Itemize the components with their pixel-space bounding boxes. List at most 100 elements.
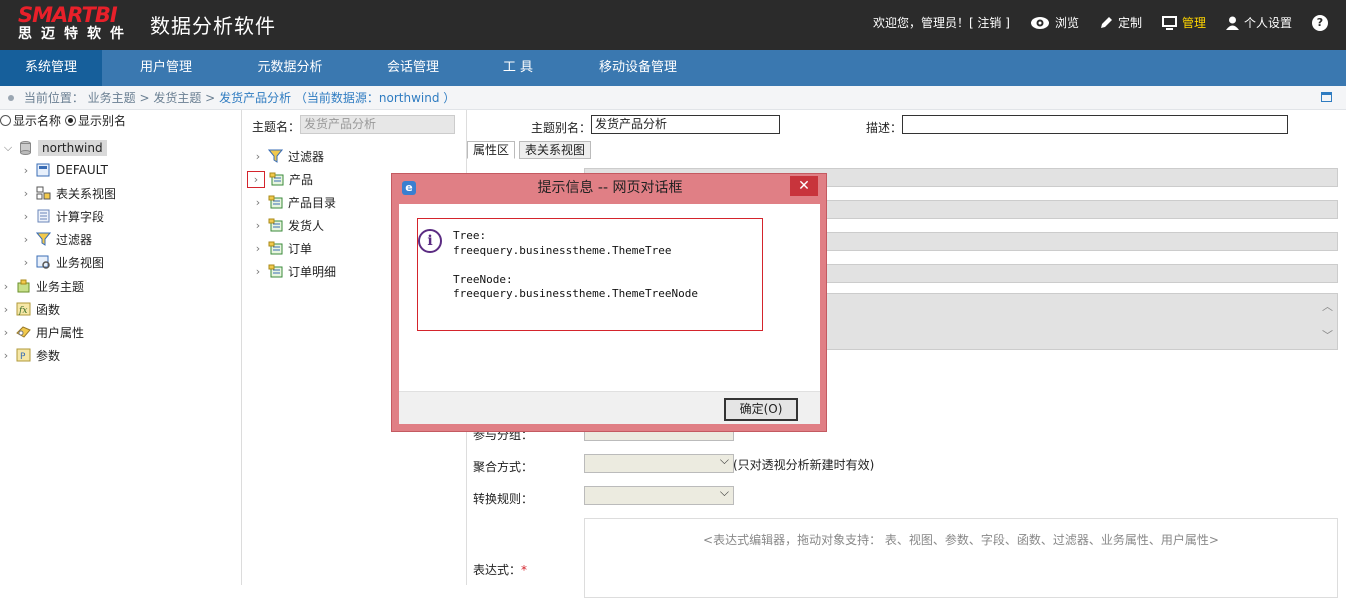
- ok-button[interactable]: 确定(O): [724, 398, 798, 421]
- close-icon[interactable]: ✕: [790, 176, 818, 196]
- tree-node-default[interactable]: › DEFAULT: [20, 160, 108, 180]
- menu-mobile-devices[interactable]: 移动设备管理: [560, 50, 716, 86]
- tree-node-label: 参数: [36, 348, 61, 363]
- tree-node-business-views[interactable]: › 业务视图: [20, 252, 104, 272]
- expand-right-icon[interactable]: ›: [20, 210, 32, 223]
- expand-right-icon[interactable]: ›: [252, 196, 264, 209]
- folder-table-icon: [268, 218, 283, 232]
- theme-name-input[interactable]: 发货产品分析: [300, 115, 455, 134]
- radio-show-name[interactable]: 显示名称: [0, 112, 61, 129]
- expand-right-icon[interactable]: ›: [20, 164, 32, 177]
- expand-right-icon[interactable]: ›: [252, 219, 264, 232]
- nav-manage[interactable]: 管理: [1161, 14, 1206, 31]
- conversion-select[interactable]: [584, 485, 734, 505]
- function-icon: fx: [16, 302, 31, 316]
- theme-name-label: 主题名：: [252, 120, 301, 134]
- theme-node-label: 过滤器: [288, 149, 325, 164]
- tree-node-label: 业务主题: [36, 279, 85, 294]
- maximize-icon[interactable]: [1321, 92, 1332, 102]
- business-theme-icon: [17, 279, 30, 293]
- tree-node-calculated-fields[interactable]: › 计算字段: [20, 206, 104, 226]
- required-mark: *: [521, 563, 528, 577]
- theme-node-filters[interactable]: › 过滤器: [252, 146, 324, 166]
- folder-table-icon: [268, 264, 283, 278]
- aggregation-note: (只对透视分析新建时有效): [733, 458, 875, 472]
- tree-node-user-attributes[interactable]: › 用户属性: [0, 322, 84, 342]
- radio-checked-icon: [65, 115, 77, 126]
- theme-node-label: 产品: [289, 172, 314, 187]
- business-view-icon: [36, 255, 50, 269]
- resource-tree-panel: 显示名称 显示别名 ⌵ northwind › DEFAULT › 表关系视图 …: [0, 110, 242, 585]
- expand-right-icon[interactable]: ›: [20, 187, 32, 200]
- menu-tools[interactable]: 工 具: [476, 50, 560, 86]
- tree-node-filters[interactable]: › 过滤器: [20, 229, 92, 249]
- nav-customize[interactable]: 定制: [1099, 14, 1142, 31]
- filter-icon: [268, 149, 283, 163]
- breadcrumb-prefix: 当前位置：: [23, 91, 84, 105]
- expand-right-icon[interactable]: ›: [247, 170, 265, 188]
- tree-node-parameters[interactable]: › P 参数: [0, 345, 60, 365]
- expand-right-icon[interactable]: ›: [252, 150, 264, 163]
- nav-personal-settings[interactable]: 个人设置: [1225, 14, 1292, 31]
- nav-browse-label: 浏览: [1054, 16, 1079, 30]
- dialog-footer: 确定(O): [399, 391, 820, 424]
- help-icon[interactable]: ?: [1312, 14, 1328, 31]
- tree-node-functions[interactable]: › fx 函数: [0, 299, 60, 319]
- menu-metadata-analysis[interactable]: 元数据分析: [230, 50, 350, 86]
- tree-node-label: 计算字段: [56, 209, 105, 224]
- menu-system-manage[interactable]: 系统管理: [0, 50, 102, 86]
- expand-right-icon[interactable]: ›: [252, 265, 264, 278]
- logo-text: SMARTBI: [18, 3, 118, 27]
- tab-table-relation[interactable]: 表关系视图: [519, 141, 592, 159]
- expand-right-icon[interactable]: ›: [0, 326, 12, 339]
- theme-node-products[interactable]: › 产品: [247, 169, 313, 189]
- theme-node-categories[interactable]: › 产品目录: [252, 192, 336, 212]
- expand-down-icon[interactable]: ⌵: [2, 141, 14, 155]
- folder-table-icon: [268, 241, 283, 255]
- radio-circle-icon: [0, 115, 11, 126]
- expression-label: 表达式：*: [473, 561, 527, 578]
- expression-hint: <表达式编辑器，拖动对象支持： 表、视图、参数、字段、函数、过滤器、业务属性、用…: [703, 533, 1219, 547]
- menu-session-manage[interactable]: 会话管理: [350, 50, 476, 86]
- tab-properties[interactable]: 属性区: [467, 141, 516, 159]
- breadcrumb-dot-icon: [8, 95, 14, 101]
- theme-node-order-details[interactable]: › 订单明细: [252, 261, 336, 281]
- breadcrumb-path[interactable]: 业务主题 > 发货主题 >: [88, 91, 216, 105]
- top-bar: SMARTBI 思迈特软件 数据分析软件 欢迎您，管理员！[ 注销 ] 浏览 定…: [0, 0, 1346, 50]
- tree-node-label: northwind: [38, 140, 107, 156]
- expression-editor[interactable]: <表达式编辑器，拖动对象支持： 表、视图、参数、字段、函数、过滤器、业务属性、用…: [584, 518, 1338, 598]
- tree-node-northwind[interactable]: ⌵ northwind: [2, 138, 107, 158]
- tree-node-label: 业务视图: [56, 255, 105, 270]
- logo-subtitle: 思迈特软件: [18, 26, 133, 42]
- nav-manage-label: 管理: [1181, 16, 1206, 30]
- expand-right-icon[interactable]: ›: [0, 280, 12, 293]
- filter-icon: [36, 232, 51, 246]
- scroll-down-icon[interactable]: ﹀: [1322, 327, 1333, 343]
- monitor-icon: [1161, 15, 1177, 30]
- dialog-message-box: i Tree: freequery.businesstheme.ThemeTre…: [417, 218, 763, 331]
- expand-right-icon[interactable]: ›: [0, 303, 12, 316]
- menu-user-manage[interactable]: 用户管理: [102, 50, 230, 86]
- schema-icon: [36, 163, 50, 177]
- message-dialog: e 提示信息 -- 网页对话框 ✕ i Tree: freequery.busi…: [391, 173, 827, 432]
- main-menu: 系统管理 用户管理 元数据分析 会话管理 工 具 移动设备管理: [0, 50, 1346, 86]
- welcome-logout[interactable]: 欢迎您，管理员！[ 注销 ]: [873, 14, 1010, 31]
- tree-node-business-themes[interactable]: › 业务主题: [0, 276, 84, 296]
- radio-show-alias[interactable]: 显示别名: [65, 112, 126, 129]
- expand-right-icon[interactable]: ›: [0, 349, 12, 362]
- aggregation-select[interactable]: [584, 453, 734, 473]
- info-icon: i: [418, 229, 442, 253]
- pencil-icon: [1100, 16, 1112, 28]
- database-icon: [20, 141, 31, 155]
- nav-browse[interactable]: 浏览: [1030, 14, 1079, 31]
- dialog-body: i Tree: freequery.businesstheme.ThemeTre…: [399, 204, 820, 424]
- relation-view-icon: [36, 186, 51, 200]
- expand-right-icon[interactable]: ›: [20, 233, 32, 246]
- theme-node-orders[interactable]: › 订单: [252, 238, 312, 258]
- theme-node-shippers[interactable]: › 发货人: [252, 215, 324, 235]
- scroll-up-icon[interactable]: ︿: [1322, 298, 1333, 314]
- expand-right-icon[interactable]: ›: [252, 242, 264, 255]
- radio-show-name-label: 显示名称: [13, 114, 62, 128]
- expand-right-icon[interactable]: ›: [20, 256, 32, 269]
- tree-node-table-relation-view[interactable]: › 表关系视图: [20, 183, 116, 203]
